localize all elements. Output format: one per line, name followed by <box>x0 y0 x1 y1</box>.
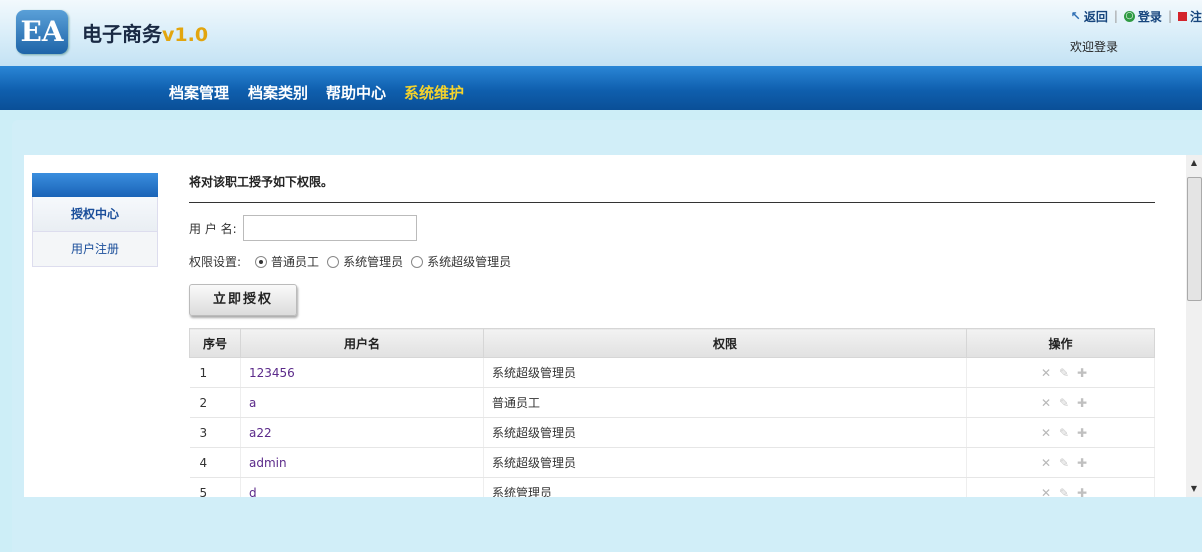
table-row: 2 a 普通员工 ✕ ✎ ✚ <box>189 387 1155 418</box>
row-username[interactable]: 123456 <box>240 357 484 388</box>
content-area: 授权中心 用户注册 将对该职工授予如下权限。 用 户 名: 权限设置: 普通员工… <box>24 155 1186 497</box>
welcome-text: 欢迎登录 <box>1070 40 1119 54</box>
row-username[interactable]: a <box>240 387 484 418</box>
back-link-label: 返回 <box>1083 9 1108 24</box>
scroll-up-arrow-icon[interactable]: ▲ <box>1186 155 1202 171</box>
table-header-row: 序号 用户名 权限 操作 <box>189 328 1155 358</box>
user-table: 序号 用户名 权限 操作 1 123456 系统超级管理员 ✕ ✎ ✚ 2 a … <box>189 328 1155 497</box>
separator: | <box>1167 9 1172 23</box>
add-icon[interactable]: ✚ <box>1076 456 1088 470</box>
row-permission: 系统超级管理员 <box>483 417 967 448</box>
row-permission: 系统超级管理员 <box>483 357 967 388</box>
scrollbar-thumb[interactable] <box>1187 177 1202 301</box>
row-index: 4 <box>189 447 241 478</box>
back-link[interactable]: ↖ 返回 <box>1071 8 1108 25</box>
logo-title: 电子商务 <box>82 22 162 46</box>
row-index: 2 <box>189 387 241 418</box>
nav-item-archive-management[interactable]: 档案管理 <box>169 82 229 103</box>
add-icon[interactable]: ✚ <box>1076 366 1088 380</box>
username-row: 用 户 名: <box>189 215 1155 241</box>
permission-radio-group: 普通员工 系统管理员 系统超级管理员 <box>247 253 511 270</box>
sidebar-header <box>32 173 158 197</box>
add-icon[interactable]: ✚ <box>1076 486 1088 498</box>
table-row: 4 admin 系统超级管理员 ✕ ✎ ✚ <box>189 447 1155 478</box>
row-index: 1 <box>189 357 241 388</box>
logo-mark: EA <box>16 10 68 54</box>
edit-icon[interactable]: ✎ <box>1058 426 1070 440</box>
main-nav: 档案管理 档案类别 帮助中心 系统维护 <box>0 66 1202 110</box>
top-links: ↖ 返回 | ○ 登录 | 注 <box>1065 6 1202 26</box>
col-username: 用户名 <box>240 328 484 358</box>
sidebar: 授权中心 用户注册 <box>32 173 158 267</box>
username-field[interactable] <box>242 215 417 241</box>
col-permission: 权限 <box>483 328 967 358</box>
radio-system-admin-label: 系统管理员 <box>343 255 404 269</box>
row-username[interactable]: a22 <box>240 417 484 448</box>
table-row: 5 d 系统管理员 ✕ ✎ ✚ <box>189 477 1155 498</box>
edit-icon[interactable]: ✎ <box>1058 366 1070 380</box>
row-index: 5 <box>189 477 241 497</box>
vertical-scrollbar[interactable]: ▲ ▼ <box>1186 155 1202 497</box>
permission-label: 权限设置: <box>189 255 242 269</box>
row-actions: ✕ ✎ ✚ <box>966 447 1155 478</box>
logo-text: 电子商务v1.0 <box>82 18 208 47</box>
radio-system-admin[interactable] <box>327 255 340 268</box>
sidebar-item-authorization-center[interactable]: 授权中心 <box>32 197 158 232</box>
separator: | <box>1113 9 1118 23</box>
table-row: 3 a22 系统超级管理员 ✕ ✎ ✚ <box>189 417 1155 448</box>
delete-icon[interactable]: ✕ <box>1040 366 1052 380</box>
col-actions: 操作 <box>966 328 1155 358</box>
login-icon: ○ <box>1123 10 1135 22</box>
header: EA 电子商务v1.0 ↖ 返回 | ○ 登录 | 注 欢迎登录 <box>0 0 1202 66</box>
nav-item-system-maintenance[interactable]: 系统维护 <box>404 82 464 103</box>
register-icon <box>1177 11 1187 21</box>
add-icon[interactable]: ✚ <box>1076 396 1088 410</box>
username-label: 用 户 名: <box>189 221 237 236</box>
edit-icon[interactable]: ✎ <box>1058 456 1070 470</box>
login-link-label: 登录 <box>1137 9 1162 24</box>
row-username[interactable]: d <box>240 477 484 497</box>
page-title: 将对该职工授予如下权限。 <box>189 173 1155 203</box>
row-permission: 普通员工 <box>483 387 967 418</box>
permission-row: 权限设置: 普通员工 系统管理员 系统超级管理员 <box>189 253 1155 270</box>
col-index: 序号 <box>189 328 241 358</box>
logo-version: v1.0 <box>162 24 209 46</box>
delete-icon[interactable]: ✕ <box>1040 486 1052 498</box>
delete-icon[interactable]: ✕ <box>1040 426 1052 440</box>
nav-item-help-center[interactable]: 帮助中心 <box>326 82 386 103</box>
radio-normal-employee[interactable] <box>255 255 268 268</box>
sidebar-item-user-registration[interactable]: 用户注册 <box>32 232 158 267</box>
delete-icon[interactable]: ✕ <box>1040 396 1052 410</box>
add-icon[interactable]: ✚ <box>1076 426 1088 440</box>
authorize-button[interactable]: 立即授权 <box>189 284 297 316</box>
nav-item-archive-category[interactable]: 档案类别 <box>248 82 308 103</box>
radio-super-admin[interactable] <box>411 255 424 268</box>
register-link-label: 注 <box>1189 9 1202 24</box>
radio-normal-employee-label: 普通员工 <box>271 255 320 269</box>
delete-icon[interactable]: ✕ <box>1040 456 1052 470</box>
back-arrow-icon: ↖ <box>1070 9 1081 23</box>
row-actions: ✕ ✎ ✚ <box>966 357 1155 388</box>
edit-icon[interactable]: ✎ <box>1058 486 1070 498</box>
radio-super-admin-label: 系统超级管理员 <box>427 255 512 269</box>
edit-icon[interactable]: ✎ <box>1058 396 1070 410</box>
row-actions: ✕ ✎ ✚ <box>966 477 1155 498</box>
login-link[interactable]: ○ 登录 <box>1123 8 1162 25</box>
scroll-down-arrow-icon[interactable]: ▼ <box>1186 481 1202 497</box>
main-form: 将对该职工授予如下权限。 用 户 名: 权限设置: 普通员工 系统管理员 系统超… <box>189 173 1155 497</box>
register-link[interactable]: 注 <box>1177 8 1202 25</box>
row-index: 3 <box>189 417 241 448</box>
row-permission: 系统管理员 <box>483 477 967 497</box>
row-actions: ✕ ✎ ✚ <box>966 387 1155 418</box>
row-actions: ✕ ✎ ✚ <box>966 417 1155 448</box>
row-username[interactable]: admin <box>240 447 484 478</box>
table-row: 1 123456 系统超级管理员 ✕ ✎ ✚ <box>189 357 1155 388</box>
row-permission: 系统超级管理员 <box>483 447 967 478</box>
